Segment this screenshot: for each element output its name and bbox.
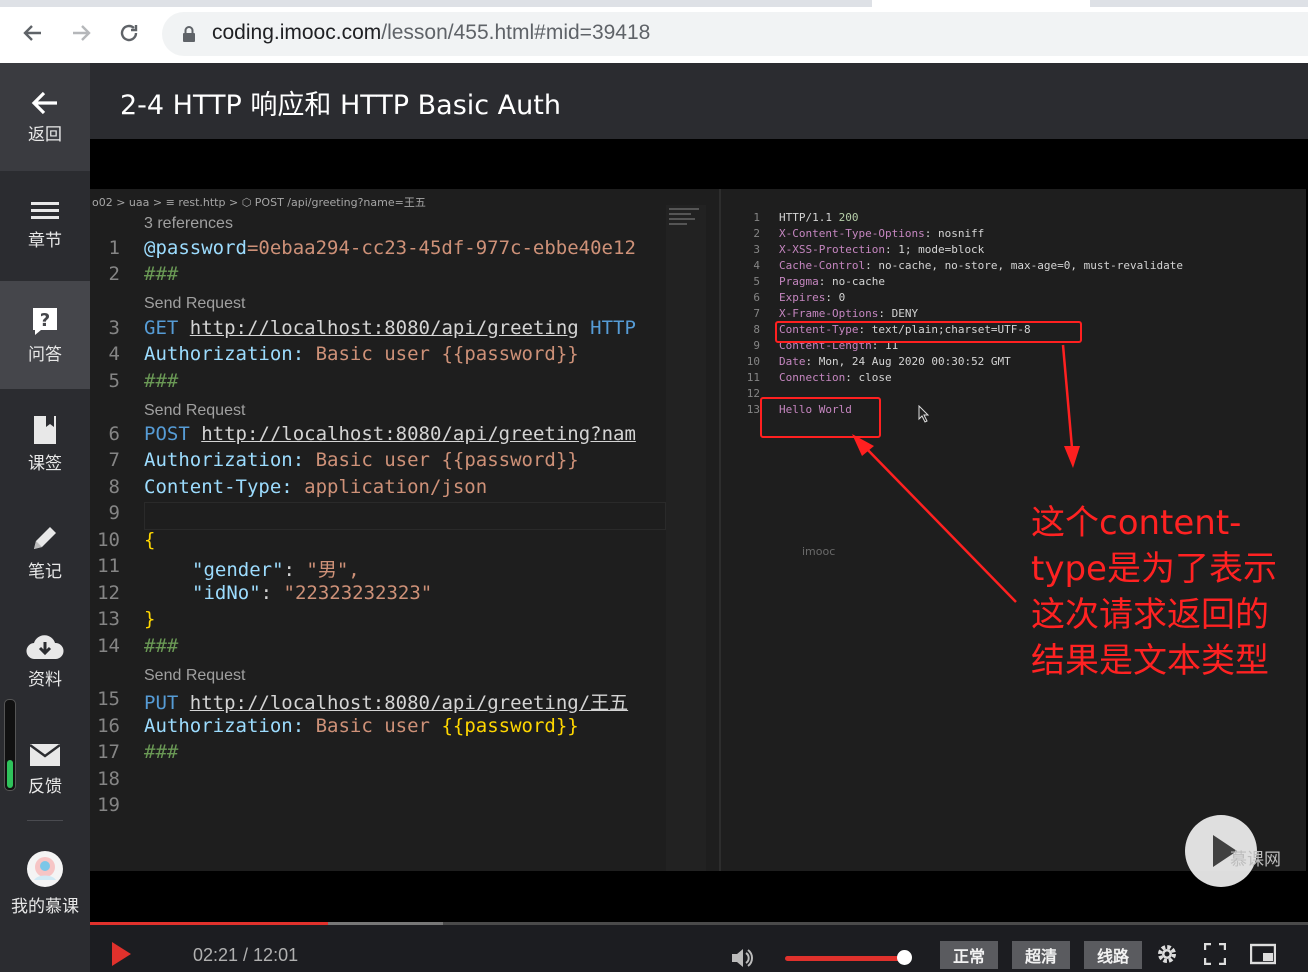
web-fullscreen-icon[interactable] (1250, 943, 1276, 965)
annotation-arrows (852, 344, 1080, 603)
route-button[interactable]: 线路 (1084, 941, 1142, 969)
play-icon[interactable] (112, 942, 131, 966)
volume-icon[interactable] (730, 947, 754, 969)
player-controls: 02:21 / 12:01 正常 超清 线路 (90, 925, 1308, 972)
mouse-cursor-icon (918, 405, 930, 423)
brand-watermark: 慕课网 (1230, 850, 1281, 870)
quality-normal-button[interactable]: 正常 (940, 941, 998, 969)
time-display: 02:21 / 12:01 (193, 945, 299, 965)
video-watermark: imooc (802, 545, 836, 558)
gear-icon[interactable] (1156, 943, 1178, 965)
volume-slider-handle[interactable] (897, 950, 912, 965)
quality-hd-button[interactable]: 超清 (1012, 941, 1070, 969)
volume-slider[interactable] (785, 956, 905, 961)
fullscreen-icon[interactable] (1204, 943, 1226, 965)
annotation-text: 这个content-type是为了表示这次请求返回的结果是文本类型 (1031, 503, 1277, 681)
